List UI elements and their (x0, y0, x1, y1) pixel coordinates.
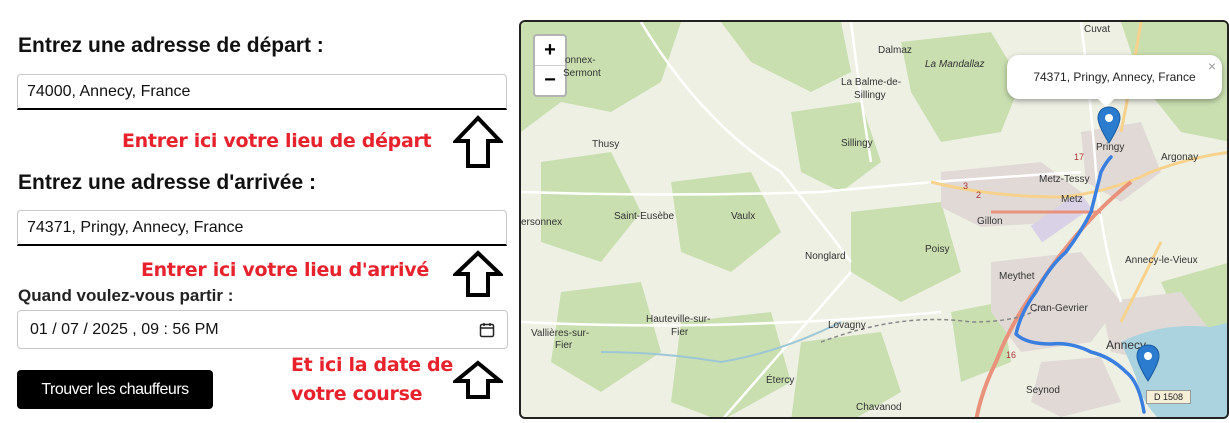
map-label: La Mandallaz (925, 59, 985, 70)
find-drivers-button[interactable]: Trouver les chauffeurs (17, 370, 213, 409)
up-arrow-icon (453, 360, 503, 399)
map-label: onnex- (565, 55, 596, 66)
popup-text: 74371, Pringy, Annecy, France (1033, 70, 1196, 84)
map-label: Fier (555, 340, 573, 351)
road-number: 2 (976, 190, 982, 200)
date-hint-annotation-line2: votre course (291, 383, 423, 405)
route-map[interactable]: + − Cuvat Dalmaz La Mandallaz onnex- Ser… (519, 20, 1229, 419)
map-label: Annecy-le-Vieux (1125, 255, 1198, 266)
road-number: 16 (1006, 350, 1017, 360)
start-address-heading: Entrez une adresse de départ : (18, 34, 324, 57)
zoom-control[interactable]: + − (533, 34, 567, 97)
map-label: Argonay (1161, 152, 1199, 163)
calendar-icon[interactable] (479, 322, 495, 338)
map-label: Vaulx (731, 211, 756, 222)
map-label: Lovagny (828, 320, 866, 331)
date-label: Quand voulez-vous partir : (18, 286, 234, 305)
end-hint-annotation: Entrer ici votre lieu d'arrivé (141, 259, 429, 281)
start-marker-icon[interactable] (1136, 344, 1160, 382)
date-time-input[interactable]: 01 / 07 / 2025 , 09 : 56 PM (17, 310, 508, 349)
map-label: Dalmaz (878, 45, 912, 56)
up-arrow-icon (453, 115, 503, 168)
road-number: 3 (963, 181, 969, 191)
map-label: Metz-Tessy (1039, 174, 1090, 185)
map-label: ersonnex (521, 217, 563, 228)
date-time-value: 01 / 07 / 2025 , 09 : 56 PM (30, 320, 219, 338)
zoom-out-button[interactable]: − (535, 66, 565, 95)
map-label: Meythet (999, 271, 1035, 282)
end-address-input[interactable] (17, 210, 507, 246)
popup-close-button[interactable]: × (1208, 58, 1216, 74)
map-label: Cuvat (1084, 24, 1111, 35)
map-label: Nonglard (805, 251, 846, 262)
map-label: Metz (1061, 194, 1083, 205)
location-popup: 74371, Pringy, Annecy, France × (1007, 55, 1222, 107)
map-label: Sermont (563, 68, 601, 79)
map-label: Saint-Eusèbe (614, 211, 675, 222)
map-label: Vallières-sur- (531, 328, 590, 339)
map-label: Seynod (1026, 385, 1060, 396)
date-hint-annotation-line1: Et ici la date de (291, 354, 453, 376)
map-label: Sillingy (841, 138, 873, 149)
zoom-in-button[interactable]: + (535, 36, 565, 66)
map-label: Chavanod (856, 402, 902, 413)
destination-marker-icon[interactable] (1097, 106, 1121, 144)
start-address-input[interactable] (17, 74, 507, 110)
map-label: La Balme-de- (841, 77, 902, 88)
up-arrow-icon (453, 250, 503, 297)
map-label: Gillon (977, 216, 1003, 227)
map-label: Étercy (766, 375, 795, 386)
map-label: Sillingy (854, 90, 886, 101)
map-label: Cran-Gevrier (1030, 303, 1088, 314)
road-badge: D 1508 (1146, 390, 1192, 404)
map-label: Hauteville-sur- (646, 314, 711, 325)
end-address-heading: Entrez une adresse d'arrivée : (18, 171, 316, 194)
map-label: Fier (671, 327, 689, 338)
map-label: Thusy (592, 139, 620, 150)
map-label: Poisy (925, 244, 950, 255)
road-number: 17 (1074, 152, 1085, 162)
start-hint-annotation: Entrer ici votre lieu de départ (122, 130, 432, 152)
